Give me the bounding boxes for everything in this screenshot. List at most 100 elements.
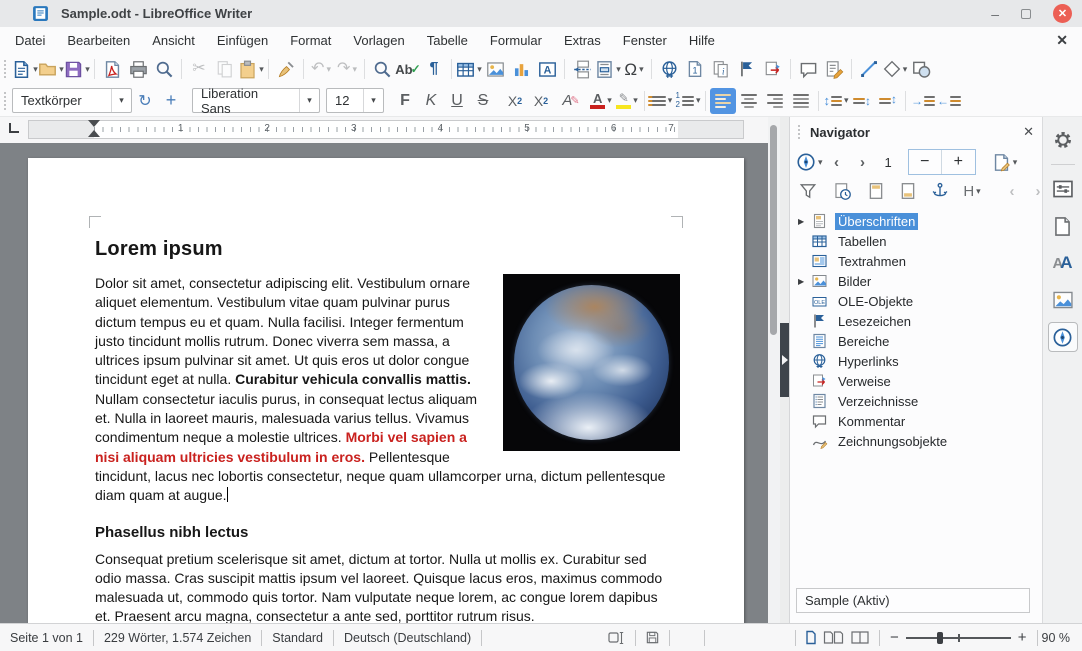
- menu-hilfe[interactable]: Hilfe: [678, 29, 726, 52]
- menu-fenster[interactable]: Fenster: [612, 29, 678, 52]
- hyperlink-button[interactable]: [656, 56, 682, 82]
- highlight-color-button[interactable]: ✎▾: [614, 88, 640, 114]
- increase-indent-button[interactable]: →: [910, 88, 936, 114]
- word-count-status[interactable]: 229 Wörter, 1.574 Zeichen: [94, 631, 261, 645]
- menu-einfuegen[interactable]: Einfügen: [206, 29, 279, 52]
- tab-stop-type-selector[interactable]: [9, 123, 19, 133]
- header-button[interactable]: [864, 179, 888, 203]
- bullet-list-button[interactable]: ▾: [649, 88, 675, 114]
- book-view-button[interactable]: [850, 630, 870, 645]
- track-changes-button[interactable]: [821, 56, 847, 82]
- tab-properties[interactable]: [1048, 174, 1078, 204]
- earth-image[interactable]: [503, 274, 680, 451]
- document-modified-status[interactable]: [636, 630, 669, 645]
- tree-item-tabellen[interactable]: Tabellen: [790, 231, 1042, 251]
- print-preview-button[interactable]: [151, 56, 177, 82]
- sidebar-settings-button[interactable]: [1048, 125, 1078, 155]
- menu-format[interactable]: Format: [279, 29, 342, 52]
- zoom-percent-status[interactable]: 90 %: [1038, 631, 1082, 645]
- insert-comment-button[interactable]: [795, 56, 821, 82]
- open-button[interactable]: ▾: [38, 56, 64, 82]
- export-pdf-button[interactable]: [99, 56, 125, 82]
- font-name-combobox[interactable]: Liberation Sans ▾: [192, 88, 320, 113]
- tree-item-textrahmen[interactable]: Textrahmen: [790, 251, 1042, 271]
- find-replace-button[interactable]: [369, 56, 395, 82]
- tree-item-zeichnungsobjekte[interactable]: Zeichnungsobjekte: [790, 431, 1042, 451]
- close-icon[interactable]: ✕: [1053, 4, 1072, 23]
- page-count-status[interactable]: Seite 1 von 1: [0, 631, 93, 645]
- italic-button[interactable]: K: [418, 88, 444, 114]
- multi-page-view-button[interactable]: [823, 630, 844, 645]
- tree-item-ole-objekte[interactable]: OLEOLE-Objekte: [790, 291, 1042, 311]
- paste-button[interactable]: ▾: [238, 56, 264, 82]
- tree-item-kommentar[interactable]: Kommentar: [790, 411, 1042, 431]
- align-right-button[interactable]: [762, 88, 788, 114]
- cross-reference-button[interactable]: [760, 56, 786, 82]
- navigation-toolbox-button[interactable]: ▾: [796, 150, 823, 174]
- document-paragraph-1[interactable]: Dolor sit amet, consectetur adipiscing e…: [95, 274, 677, 506]
- tree-item-verzeichnisse[interactable]: Verzeichnisse: [790, 391, 1042, 411]
- update-style-button[interactable]: ↻: [132, 88, 158, 114]
- formatting-marks-button[interactable]: ¶: [421, 56, 447, 82]
- chevron-down-icon[interactable]: ▾: [299, 89, 319, 112]
- vertical-scrollbar[interactable]: [768, 117, 780, 623]
- tree-item-bilder[interactable]: ▶Bilder: [790, 271, 1042, 291]
- special-character-button[interactable]: Ω▾: [621, 56, 647, 82]
- insert-line-button[interactable]: [856, 56, 882, 82]
- scrollbar-thumb[interactable]: [770, 125, 777, 335]
- content-filter-button[interactable]: [796, 179, 820, 203]
- document-switcher-combobox[interactable]: Sample (Aktiv): [796, 588, 1030, 613]
- increase-paragraph-spacing-button[interactable]: ↕: [849, 88, 875, 114]
- menu-vorlagen[interactable]: Vorlagen: [342, 29, 415, 52]
- menu-tabelle[interactable]: Tabelle: [416, 29, 479, 52]
- strikethrough-button[interactable]: S: [470, 88, 496, 114]
- new-style-button[interactable]: +: [158, 88, 184, 114]
- expander-icon[interactable]: ▶: [798, 217, 811, 226]
- horizontal-ruler[interactable]: 1 2 3 4 5 6 7: [28, 120, 744, 139]
- endnote-button[interactable]: i: [708, 56, 734, 82]
- decrease-indent-button[interactable]: ←: [936, 88, 962, 114]
- font-color-button[interactable]: A▾: [588, 88, 614, 114]
- superscript-button[interactable]: X2: [502, 88, 528, 114]
- zoom-slider-thumb[interactable]: [937, 632, 943, 644]
- zoom-out-button[interactable]: −: [890, 629, 899, 646]
- menu-formular[interactable]: Formular: [479, 29, 553, 52]
- font-size-combobox[interactable]: 12 ▾: [326, 88, 384, 113]
- navigator-close-icon[interactable]: ✕: [1023, 124, 1034, 140]
- document-heading-2[interactable]: Phasellus nibh lectus: [95, 524, 677, 541]
- chevron-down-icon[interactable]: ▾: [111, 89, 131, 112]
- expander-icon[interactable]: ▶: [798, 277, 811, 286]
- insert-field-button[interactable]: ▾: [595, 56, 621, 82]
- edit-page-button[interactable]: ▾: [992, 150, 1018, 174]
- anchor-text-toggle-button[interactable]: [928, 179, 952, 203]
- new-document-button[interactable]: ▾: [12, 56, 38, 82]
- tree-item-verweise[interactable]: Verweise: [790, 371, 1042, 391]
- spelling-button[interactable]: Ab✓: [395, 56, 421, 82]
- insert-chart-button[interactable]: [508, 56, 534, 82]
- document-content[interactable]: Lorem ipsum Dolor sit amet, consectetur …: [95, 238, 677, 627]
- tab-styles[interactable]: AA: [1048, 248, 1078, 278]
- heading-levels-button[interactable]: H▾: [960, 179, 984, 203]
- close-document-icon[interactable]: ✕: [1056, 32, 1068, 49]
- minimize-icon[interactable]: –: [991, 7, 999, 21]
- underline-button[interactable]: U: [444, 88, 470, 114]
- bookmark-button[interactable]: [734, 56, 760, 82]
- align-left-button[interactable]: [710, 88, 736, 114]
- subscript-button[interactable]: X2: [528, 88, 554, 114]
- selection-mode-status[interactable]: [599, 631, 635, 645]
- insert-image-button[interactable]: [482, 56, 508, 82]
- page-number-value[interactable]: 1: [885, 155, 892, 170]
- print-button[interactable]: [125, 56, 151, 82]
- chevron-down-icon[interactable]: ▾: [363, 89, 383, 112]
- show-draw-functions-button[interactable]: [908, 56, 934, 82]
- menu-ansicht[interactable]: Ansicht: [141, 29, 206, 52]
- tree-item-ueberschriften[interactable]: ▶Überschriften: [790, 211, 1042, 231]
- zoom-slider[interactable]: [906, 637, 1011, 639]
- toolbar-grip[interactable]: [4, 60, 6, 78]
- document-heading-1[interactable]: Lorem ipsum: [95, 238, 677, 261]
- toolbar-grip[interactable]: [4, 92, 6, 110]
- page-style-status[interactable]: Standard: [262, 631, 333, 645]
- document-paragraph-2[interactable]: Consequat pretium scelerisque sit amet, …: [95, 550, 677, 627]
- language-status[interactable]: Deutsch (Deutschland): [334, 631, 481, 645]
- menu-bearbeiten[interactable]: Bearbeiten: [56, 29, 141, 52]
